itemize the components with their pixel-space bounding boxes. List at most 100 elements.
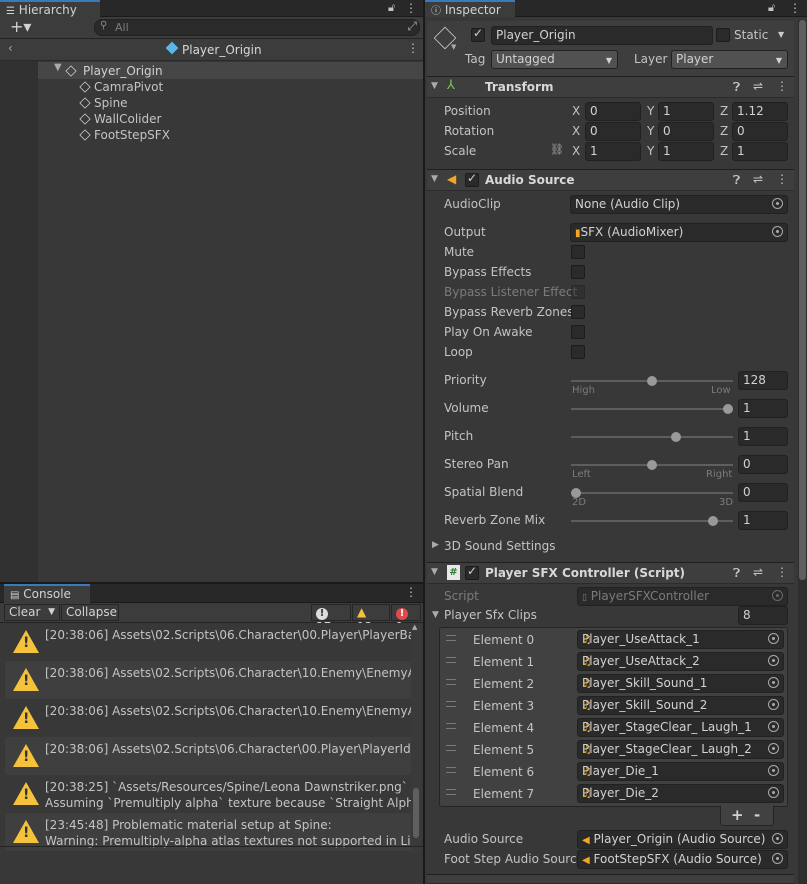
hierarchy-child[interactable]: WallColider	[79, 112, 161, 126]
presets-icon[interactable]: ⇌	[753, 172, 763, 186]
component-menu-icon[interactable]: ⋮	[776, 79, 788, 93]
add-icon[interactable]: +▾	[10, 17, 31, 36]
object-picker-icon[interactable]	[768, 633, 779, 644]
priority-field[interactable]: 128	[738, 371, 788, 390]
dropdown-arrow-icon[interactable]: ▼	[451, 43, 456, 51]
list-item[interactable]: Element 0 ♫ Player_UseAttack_1	[441, 629, 786, 651]
expand-arrow-icon[interactable]: ▼	[54, 62, 62, 73]
position-x-field[interactable]: 0	[585, 102, 641, 121]
axis-y-label[interactable]: Y	[647, 144, 654, 158]
stereo-pan-field[interactable]: 0	[738, 455, 788, 474]
log-entry[interactable]: [20:38:25] `Assets/Resources/Spine/Leona…	[5, 775, 411, 813]
audio-source-ref-field[interactable]: ◀ Player_Origin (Audio Source)	[577, 830, 788, 849]
pitch-field[interactable]: 1	[738, 427, 788, 446]
object-name-field[interactable]: Player_Origin	[491, 26, 713, 45]
object-picker-icon[interactable]	[768, 655, 779, 666]
axis-z-label[interactable]: Z	[720, 104, 728, 118]
footstep-source-field[interactable]: ◀ FootStepSFX (Audio Source)	[577, 850, 788, 869]
spatial-blend-field[interactable]: 0	[738, 483, 788, 502]
lock-icon[interactable]: 🔓︎	[768, 1, 775, 15]
bypass-reverb-checkbox[interactable]	[571, 305, 585, 319]
object-picker-icon[interactable]	[772, 833, 783, 844]
inspector-tab[interactable]: ⓘ Inspector	[425, 0, 515, 17]
enabled-checkbox[interactable]	[465, 171, 479, 187]
scale-z-field[interactable]: 1	[732, 142, 788, 161]
log-entry[interactable]: [20:38:06] Assets\02.Scripts\06.Characte…	[5, 737, 411, 775]
axis-x-label[interactable]: X	[572, 124, 580, 138]
clear-button[interactable]: Clear ▼	[4, 604, 60, 621]
hierarchy-child[interactable]: CamraPivot	[79, 80, 163, 94]
foldout-arrow-icon[interactable]: ▼	[431, 174, 438, 184]
clips-count-field[interactable]: 8	[738, 606, 788, 625]
slider-knob[interactable]	[647, 376, 657, 386]
scroll-thumb[interactable]	[413, 788, 419, 838]
object-picker-icon[interactable]	[772, 853, 783, 864]
sfx-controller-header[interactable]: ▼ # Player SFX Controller (Script) ❓︎ ⇌ …	[427, 562, 794, 584]
object-picker-icon[interactable]	[768, 743, 779, 754]
console-tab[interactable]: ▤ Console	[4, 584, 90, 603]
element-field[interactable]: ♫ Player_Skill_Sound_2	[577, 696, 784, 715]
object-picker-icon[interactable]	[768, 765, 779, 776]
element-field[interactable]: ♫ Player_StageClear_ Laugh_1	[577, 718, 784, 737]
pitch-slider[interactable]	[571, 432, 733, 442]
help-icon[interactable]: ❓︎	[733, 173, 740, 188]
info-count-button[interactable]: ! 27	[311, 604, 351, 634]
help-icon[interactable]: ❓︎	[733, 566, 740, 581]
play-on-awake-checkbox[interactable]	[571, 325, 585, 339]
object-picker-icon[interactable]	[772, 198, 783, 209]
log-entry[interactable]: [20:38:06] Assets\02.Scripts\06.Characte…	[5, 661, 411, 699]
list-item[interactable]: Element 7 ♫ Player_Die_2	[441, 783, 786, 805]
error-count-button[interactable]: ! 1	[391, 604, 421, 634]
rotation-x-field[interactable]: 0	[585, 122, 641, 141]
volume-slider[interactable]	[571, 404, 733, 414]
static-checkbox[interactable]	[716, 28, 730, 42]
back-arrow-icon[interactable]: ‹	[8, 41, 13, 55]
list-item[interactable]: Element 1 ♫ Player_UseAttack_2	[441, 651, 786, 673]
object-picker-icon[interactable]	[768, 699, 779, 710]
scale-y-field[interactable]: 1	[658, 142, 714, 161]
transform-header[interactable]: ▼ ⅄ Transform ❓︎ ⇌ ⋮	[427, 76, 794, 98]
list-item[interactable]: Element 6 ♫ Player_Die_1	[441, 761, 786, 783]
foldout-arrow-icon[interactable]: ▶	[432, 540, 439, 550]
dropdown-arrow-icon[interactable]: ▼	[48, 605, 55, 620]
hierarchy-tab[interactable]: ☰ Hierarchy	[0, 0, 100, 17]
position-z-field[interactable]: 1.12	[732, 102, 788, 121]
add-element-button[interactable]: +	[731, 806, 744, 824]
next-component-header[interactable]	[427, 874, 794, 884]
remove-element-button[interactable]: -	[754, 806, 760, 824]
axis-x-label[interactable]: X	[572, 104, 580, 118]
element-field[interactable]: ♫ Player_Die_2	[577, 784, 784, 803]
more-menu-icon[interactable]: ⋮	[405, 0, 417, 16]
loop-checkbox[interactable]	[571, 345, 585, 359]
reverb-zone-mix-field[interactable]: 1	[738, 511, 788, 530]
element-field[interactable]: ♫ Player_Die_1	[577, 762, 784, 781]
enabled-checkbox[interactable]	[465, 564, 479, 580]
audioclip-field[interactable]: None (Audio Clip)	[570, 195, 788, 214]
static-dropdown-icon[interactable]: ▼	[778, 30, 784, 39]
scroll-thumb[interactable]	[799, 20, 806, 580]
axis-y-label[interactable]: Y	[647, 104, 654, 118]
element-field[interactable]: ♫ Player_Skill_Sound_1	[577, 674, 784, 693]
scroll-up-icon[interactable]: ▲	[412, 623, 417, 631]
drag-handle-icon[interactable]	[446, 657, 456, 663]
console-scrollbar[interactable]: ▲	[411, 623, 421, 853]
tag-dropdown[interactable]: Untagged ▼	[491, 50, 618, 69]
foldout-arrow-icon[interactable]: ▼	[432, 610, 439, 620]
element-field[interactable]: ♫ Player_UseAttack_2	[577, 652, 784, 671]
presets-icon[interactable]: ⇌	[753, 79, 763, 93]
foldout-arrow-icon[interactable]: ▼	[431, 567, 438, 577]
object-picker-icon[interactable]	[768, 787, 779, 798]
volume-field[interactable]: 1	[738, 399, 788, 418]
component-menu-icon[interactable]: ⋮	[776, 172, 788, 186]
list-item[interactable]: Element 5 ♫ Player_StageClear_ Laugh_2	[441, 739, 786, 761]
drag-handle-icon[interactable]	[446, 767, 456, 773]
rotation-z-field[interactable]: 0	[732, 122, 788, 141]
foldout-arrow-icon[interactable]: ▼	[431, 81, 438, 91]
inspector-scrollbar[interactable]	[798, 20, 807, 884]
presets-icon[interactable]: ⇌	[753, 565, 763, 579]
output-field[interactable]: ▮SFX (AudioMixer)	[570, 223, 788, 242]
drag-handle-icon[interactable]	[446, 679, 456, 685]
slider-knob[interactable]	[647, 460, 657, 470]
object-picker-icon[interactable]	[768, 677, 779, 688]
list-item[interactable]: Element 4 ♫ Player_StageClear_ Laugh_1	[441, 717, 786, 739]
